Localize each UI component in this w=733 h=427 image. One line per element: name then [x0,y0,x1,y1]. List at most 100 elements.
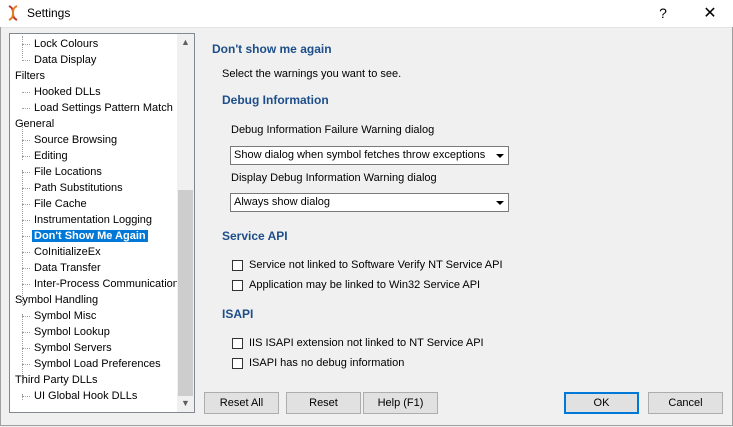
tree-connector [22,284,30,285]
tree-item[interactable]: Path Substitutions [22,180,125,196]
tree-connector [22,252,30,253]
failure-warning-value: Show dialog when symbol fetches throw ex… [234,149,486,161]
tree-item[interactable]: Symbol Handling [13,292,100,308]
tree-connector [22,394,23,400]
tree-item[interactable]: Lock Colours [22,36,100,52]
tree-item-label: Symbol Misc [34,310,97,322]
failure-warning-select[interactable]: Show dialog when symbol fetches throw ex… [230,146,509,165]
display-warning-select[interactable]: Always show dialog [230,193,509,212]
tree-item[interactable]: Symbol Lookup [22,324,112,340]
tree-item-label: Filters [15,70,45,82]
tree-item-label: Symbol Load Preferences [34,358,161,370]
tree-item[interactable]: Editing [22,148,70,164]
tree-connector [22,236,30,237]
tree-item[interactable]: Inter-Process Communication [22,276,181,292]
tree-item-label: Third Party DLLs [15,374,98,386]
scroll-up-arrow-icon[interactable]: ▲ [177,34,194,51]
tree-item-label: Inter-Process Communication [34,278,179,290]
panel-title: Don't show me again [212,42,332,56]
tree-connector [22,172,30,173]
tree-item-label: Don't Show Me Again [32,230,148,242]
tree-item-label: Symbol Lookup [34,326,110,338]
display-warning-value: Always show dialog [234,196,330,208]
tree-item[interactable]: File Cache [22,196,89,212]
settings-tree[interactable]: Lock Colours Data Display Filters Hooked DL… [9,33,195,413]
tree-connector [22,60,30,61]
debug-info-heading: Debug Information [222,93,329,107]
tree-connector [22,316,30,317]
tree-item-label: Data Display [34,54,97,66]
tree-item[interactable]: Filters [13,68,47,84]
tree-item-label: File Locations [34,166,102,178]
tree-connector [22,268,30,269]
tree-item[interactable]: Symbol Load Preferences [22,356,163,372]
tree-item[interactable]: Source Browsing [22,132,119,148]
display-warning-label: Display Debug Information Warning dialog [231,172,437,184]
tree-scrollbar[interactable]: ▲ ▼ [177,34,194,412]
help-button[interactable]: Help (F1) [363,392,438,414]
tree-item-label: File Cache [34,198,87,210]
tree-connector [22,36,23,58]
tree-connector [22,44,30,45]
tree-connector [22,332,30,333]
checkbox-label: IIS ISAPI extension not linked to NT Ser… [249,337,484,349]
checkbox-label: ISAPI has no debug information [249,357,405,369]
tree-item[interactable]: Hooked DLLs [22,84,103,100]
tree-item-label: Symbol Servers [34,342,112,354]
tree-item[interactable]: Load Settings Pattern Match [22,100,175,116]
checkbox-box[interactable] [232,280,243,291]
scroll-down-arrow-icon[interactable]: ▼ [177,395,194,412]
tree-item-label: Lock Colours [34,38,99,50]
tree-item-label: Symbol Handling [15,294,99,306]
tree-item[interactable]: Data Display [22,52,98,68]
tree-connector [22,108,30,109]
checkbox-box[interactable] [232,260,243,271]
tree-item[interactable]: Data Transfer [22,260,103,276]
tree-item-label: Load Settings Pattern Match [34,102,173,114]
tree-connector [22,364,30,365]
tree-item[interactable]: Symbol Servers [22,340,114,356]
tree-connector [22,140,30,141]
checkbox-label: Application may be linked to Win32 Servi… [249,279,481,291]
tree-item-label: General [15,118,55,130]
tree-item[interactable]: File Locations [22,164,104,180]
tree-connector [22,188,30,189]
tree-item[interactable]: CoInitializeEx [22,244,103,260]
tree-item-label: CoInitializeEx [34,246,101,258]
tree-connector [22,156,30,157]
help-title-button[interactable]: ? [640,0,686,27]
tree-item[interactable]: Symbol Misc [22,308,98,324]
tree-connector [22,348,30,349]
ok-button[interactable]: OK [564,392,639,414]
checkbox-label: Service not linked to Software Verify NT… [249,259,503,271]
tree-item-label: Source Browsing [34,134,118,146]
failure-warning-label: Debug Information Failure Warning dialog [231,124,435,136]
reset-all-button[interactable]: Reset All [204,392,279,414]
scroll-thumb[interactable] [178,190,193,396]
tree-item-label: Instrumentation Logging [34,214,153,226]
instructions-text: Select the warnings you want to see. [222,68,402,80]
tree-item[interactable]: Instrumentation Logging [22,212,154,228]
title-bar: Settings ? ✕ [0,0,733,28]
tree-item[interactable]: UI Global Hook DLLs [22,388,139,404]
checkbox-box[interactable] [232,358,243,369]
tree-item-label: Editing [34,150,68,162]
cancel-button[interactable]: Cancel [648,392,723,414]
reset-button[interactable]: Reset [286,392,361,414]
close-button[interactable]: ✕ [687,0,733,27]
tree-item[interactable]: Third Party DLLs [13,372,100,388]
dropdown-arrow-icon[interactable] [492,148,507,163]
tree-item-label: UI Global Hook DLLs [34,390,138,402]
tree-connector [22,92,30,93]
tree-connector [22,396,30,397]
service-api-heading: Service API [222,229,288,243]
tree-item[interactable]: General [13,116,56,132]
tree-item[interactable]: Don't Show Me Again [22,228,148,244]
tree-item-label: Data Transfer [34,262,101,274]
tree-connector [22,204,30,205]
checkbox-box[interactable] [232,338,243,349]
dropdown-arrow-icon[interactable] [492,195,507,210]
tree-item-label: Path Substitutions [34,182,123,194]
isapi-heading: ISAPI [222,307,254,321]
window-title: Settings [27,6,71,20]
